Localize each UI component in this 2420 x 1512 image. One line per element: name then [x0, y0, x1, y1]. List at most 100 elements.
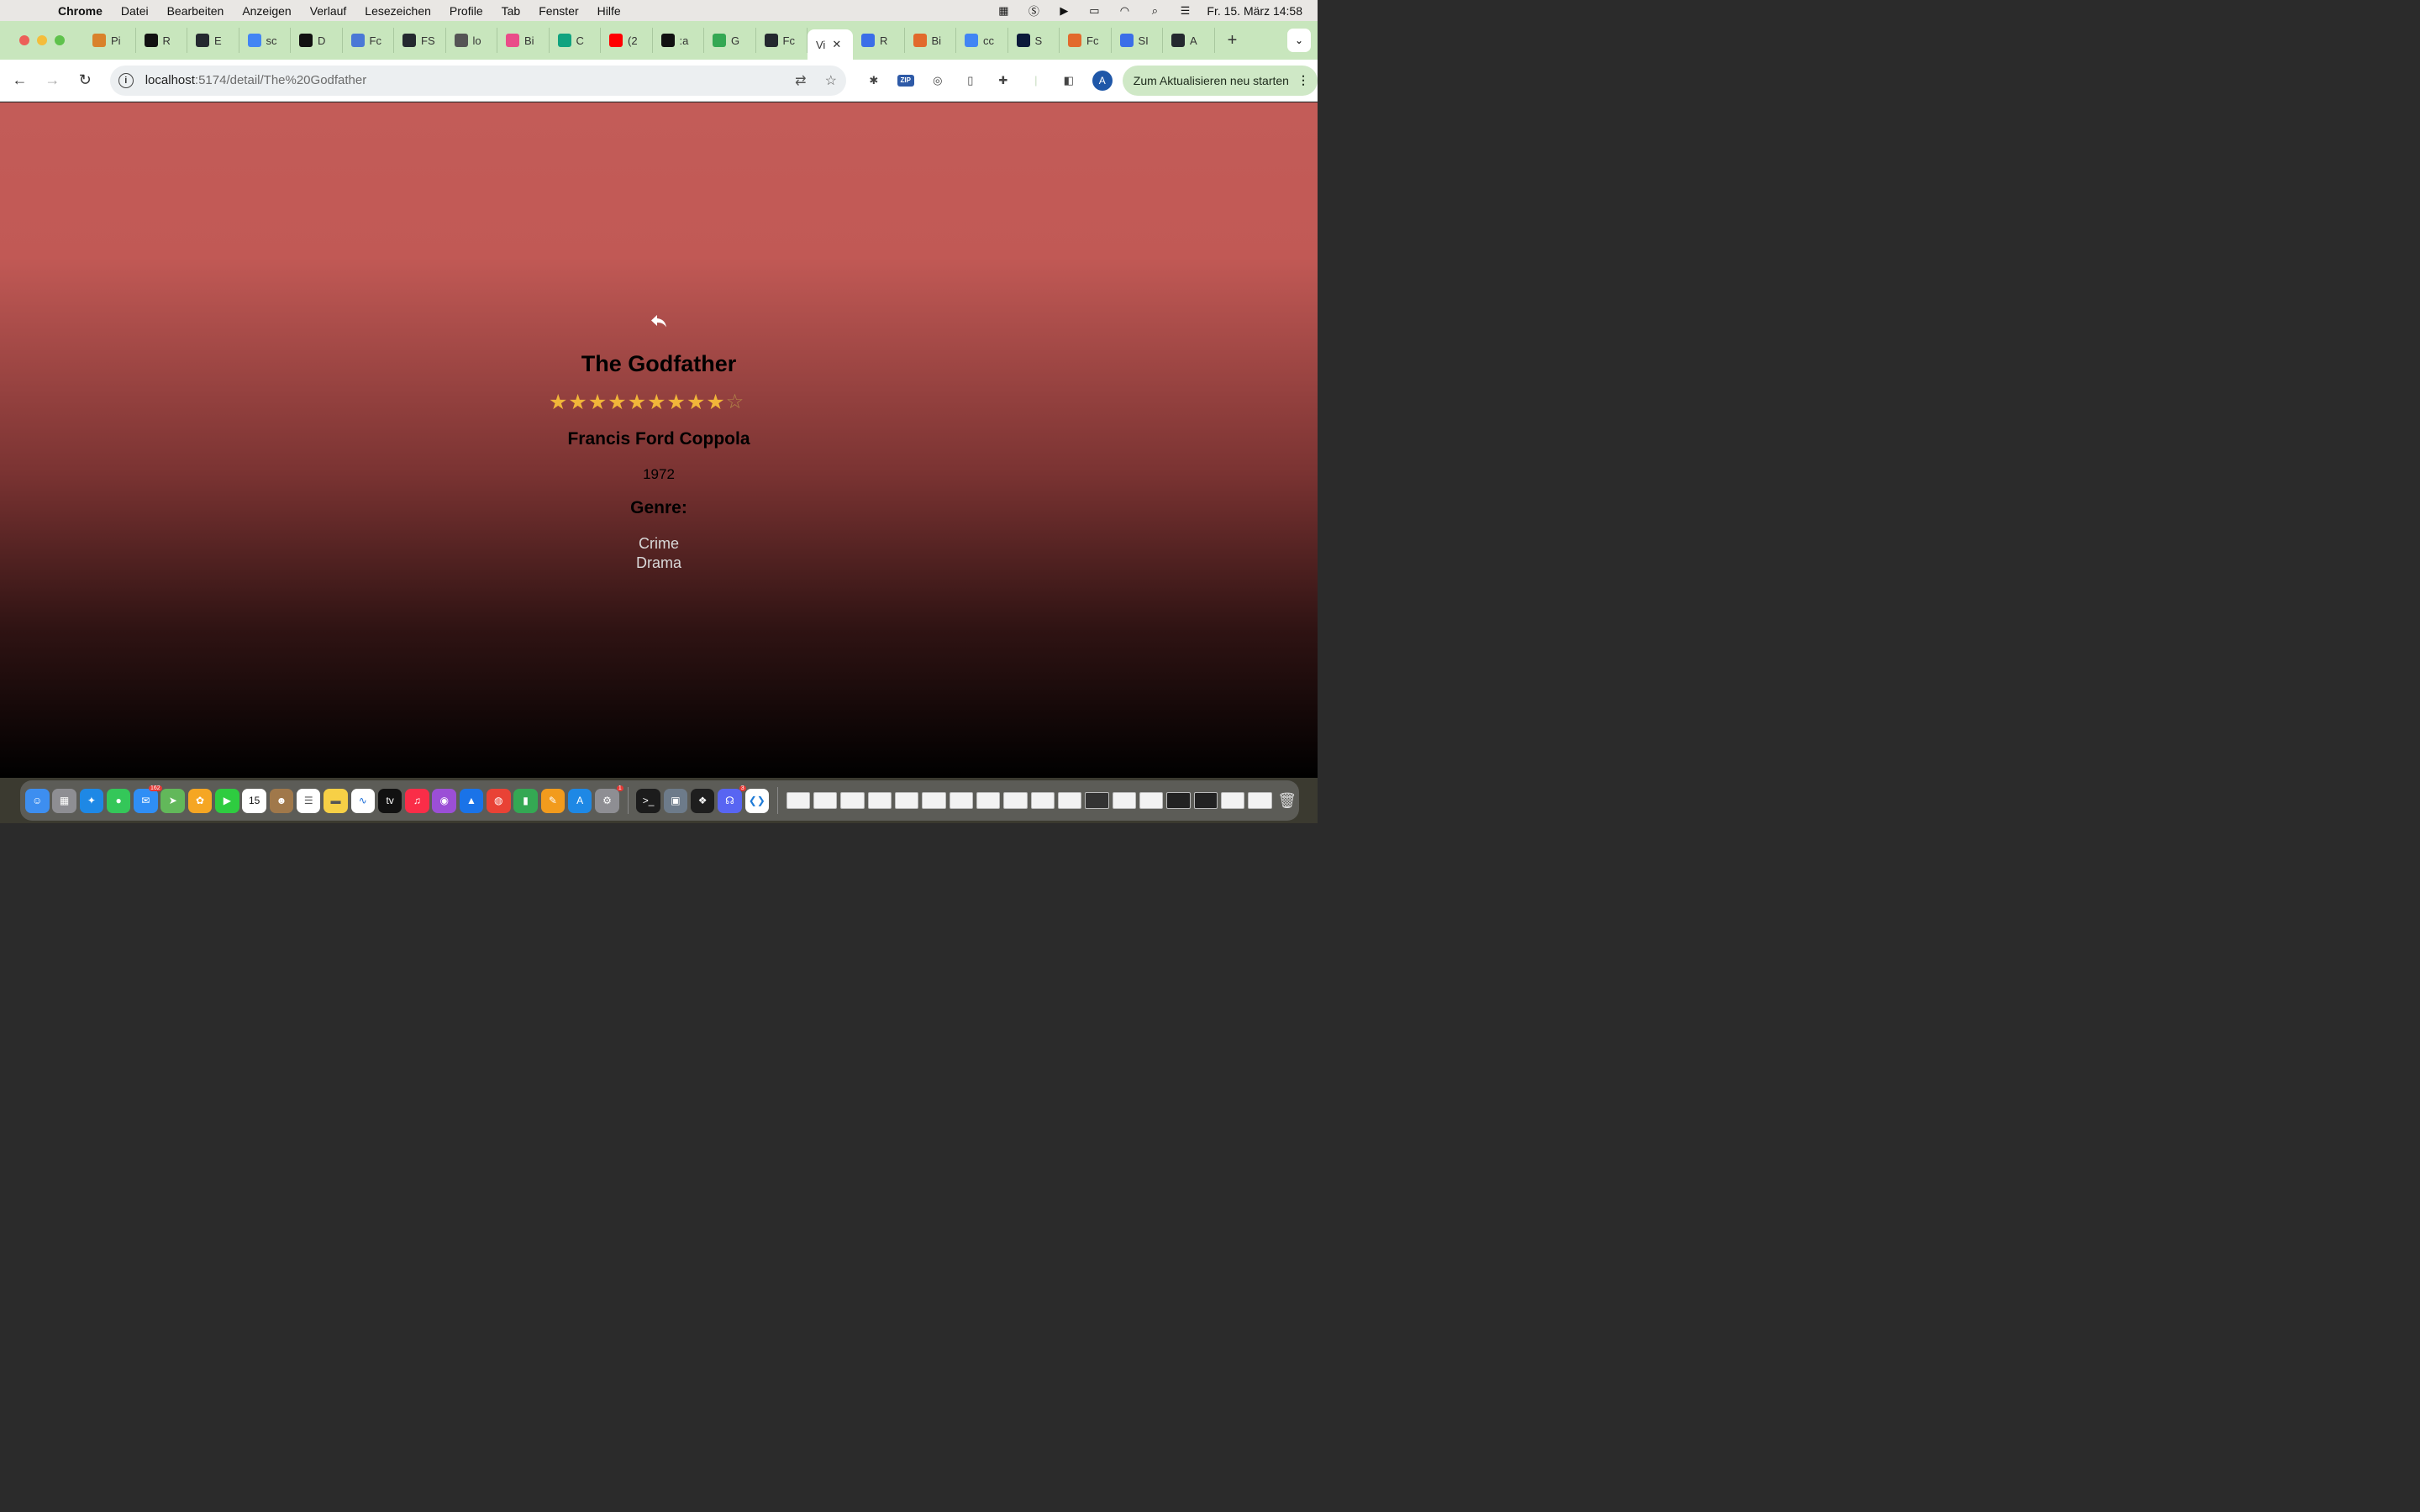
- address-bar[interactable]: i localhost:5174/detail/The%20Godfather …: [109, 65, 846, 96]
- minimize-window-button[interactable]: [37, 35, 47, 45]
- figma-icon[interactable]: ❖: [690, 788, 715, 813]
- menu-lesezeichen[interactable]: Lesezeichen: [355, 4, 440, 18]
- contacts-icon[interactable]: ☻: [269, 788, 294, 813]
- messages-icon[interactable]: ●: [106, 788, 131, 813]
- browser-tab[interactable]: D: [291, 28, 343, 53]
- minimized-window[interactable]: [1030, 792, 1055, 809]
- launchpad-icon[interactable]: ▦: [52, 788, 76, 813]
- photos-icon[interactable]: ✿: [187, 788, 213, 813]
- json-extension-icon[interactable]: ◎: [929, 71, 947, 90]
- menu-app-name[interactable]: Chrome: [49, 4, 112, 18]
- minimized-window[interactable]: [976, 792, 1001, 809]
- minimized-window[interactable]: [813, 792, 838, 809]
- translate-icon[interactable]: ⇄: [786, 72, 816, 89]
- browser-tab[interactable]: S: [1008, 28, 1060, 53]
- numbers-icon[interactable]: ▮: [513, 788, 538, 813]
- browser-tab[interactable]: SI: [1112, 28, 1163, 53]
- minimized-window[interactable]: [867, 792, 892, 809]
- tab-search-button[interactable]: ⌄: [1287, 29, 1311, 52]
- menu-hilfe[interactable]: Hilfe: [588, 4, 630, 18]
- browser-tab[interactable]: C: [550, 28, 601, 53]
- more-menu-icon[interactable]: ⋮: [1297, 73, 1309, 87]
- zoom-window-button[interactable]: [55, 35, 65, 45]
- reload-button[interactable]: ↻: [69, 71, 102, 89]
- browser-tab[interactable]: R: [136, 28, 187, 53]
- minimized-window[interactable]: [840, 792, 865, 809]
- menu-verlauf[interactable]: Verlauf: [301, 4, 356, 18]
- battery-icon[interactable]: ▭: [1086, 4, 1102, 17]
- zip-extension-icon[interactable]: ZIP: [897, 74, 914, 87]
- reminders-icon[interactable]: ☰: [296, 788, 321, 813]
- close-window-button[interactable]: [19, 35, 29, 45]
- browser-tab[interactable]: Bi: [905, 28, 956, 53]
- facetime-icon[interactable]: ▶: [215, 788, 239, 813]
- menu-tab[interactable]: Tab: [492, 4, 530, 18]
- music-icon[interactable]: ♫: [405, 788, 429, 813]
- minimized-window[interactable]: [1193, 792, 1218, 809]
- calendar-icon[interactable]: 15: [242, 788, 266, 813]
- minimized-window[interactable]: [1248, 792, 1272, 809]
- menu-datei[interactable]: Datei: [112, 4, 158, 18]
- search-icon[interactable]: ⌕: [1146, 4, 1163, 17]
- browser-tab[interactable]: Fc: [1060, 28, 1112, 53]
- minimized-window[interactable]: [1085, 792, 1109, 809]
- browser-tab[interactable]: sc: [239, 28, 291, 53]
- browser-tab[interactable]: Pi: [84, 28, 136, 53]
- minimized-window[interactable]: [1057, 792, 1082, 809]
- browser-tab[interactable]: Fc: [343, 28, 394, 53]
- s-app-icon[interactable]: Ⓢ: [1025, 5, 1042, 18]
- browser-tab[interactable]: cc: [956, 28, 1008, 53]
- minimized-window[interactable]: [1139, 792, 1164, 809]
- clipboard-extension-icon[interactable]: ▯: [961, 71, 980, 90]
- minimized-window[interactable]: [786, 792, 811, 809]
- forward-button[interactable]: →: [36, 71, 69, 89]
- browser-tab[interactable]: R: [853, 28, 905, 53]
- menu-profile[interactable]: Profile: [440, 4, 492, 18]
- back-arrow-icon[interactable]: [649, 311, 669, 331]
- wifi-icon[interactable]: ◠: [1116, 4, 1133, 17]
- extensions-puzzle-icon[interactable]: ✚: [994, 71, 1013, 90]
- minimized-window[interactable]: [949, 792, 974, 809]
- browser-tab[interactable]: lo: [446, 28, 497, 53]
- app-store-icon[interactable]: A: [567, 788, 592, 813]
- url-text[interactable]: localhost:5174/detail/The%20Godfather: [145, 73, 786, 87]
- podcasts-icon[interactable]: ◉: [432, 788, 456, 813]
- bug-extension-icon[interactable]: ✱: [865, 71, 883, 90]
- control-center-icon[interactable]: ☰: [1176, 4, 1193, 17]
- site-info-icon[interactable]: i: [118, 72, 134, 88]
- notes-icon[interactable]: ▬: [324, 788, 348, 813]
- chrome-icon[interactable]: ◍: [487, 788, 511, 813]
- vscode-icon[interactable]: ❮❯: [744, 788, 769, 813]
- browser-tab[interactable]: :a: [653, 28, 704, 53]
- bookmark-star-icon[interactable]: ☆: [816, 72, 846, 89]
- system-settings-icon[interactable]: ⚙ 1: [595, 785, 623, 813]
- browser-tab[interactable]: E: [187, 28, 239, 53]
- side-panel-icon[interactable]: ◧: [1060, 71, 1078, 90]
- browser-tab[interactable]: (2: [601, 28, 653, 53]
- menu-clock[interactable]: Fr. 15. März 14:58: [1207, 4, 1302, 18]
- apple-tv-icon[interactable]: tv: [377, 788, 402, 813]
- minimized-window[interactable]: [1112, 792, 1137, 809]
- browser-tab[interactable]: FS: [394, 28, 446, 53]
- close-tab-icon[interactable]: ✕: [832, 38, 841, 51]
- profile-avatar[interactable]: A: [1092, 70, 1113, 91]
- tab-active[interactable]: Vi ✕: [808, 29, 853, 60]
- update-restart-button[interactable]: Zum Aktualisieren neu starten ⋮: [1122, 65, 1318, 96]
- maps-icon[interactable]: ➤: [160, 788, 185, 813]
- discord-icon[interactable]: ☊ 3: [718, 785, 746, 813]
- browser-tab[interactable]: A: [1163, 28, 1215, 53]
- freeform-icon[interactable]: ∿: [350, 788, 376, 813]
- minimized-window[interactable]: [1003, 792, 1028, 809]
- browser-tab[interactable]: Bi: [497, 28, 550, 53]
- terminal-icon[interactable]: >_: [636, 788, 660, 813]
- mail-icon[interactable]: ✉ 162: [134, 785, 162, 813]
- browser-tab[interactable]: G: [704, 28, 756, 53]
- new-tab-button[interactable]: +: [1220, 31, 1245, 50]
- menu-bearbeiten[interactable]: Bearbeiten: [158, 4, 234, 18]
- pages-icon[interactable]: ✎: [540, 788, 566, 813]
- keyboard-icon[interactable]: ▦: [995, 4, 1012, 17]
- finder-icon[interactable]: ☺: [25, 788, 50, 813]
- play-icon[interactable]: ▶: [1055, 4, 1072, 17]
- minimized-window[interactable]: [894, 792, 919, 809]
- keynote-icon[interactable]: ▲: [459, 788, 484, 813]
